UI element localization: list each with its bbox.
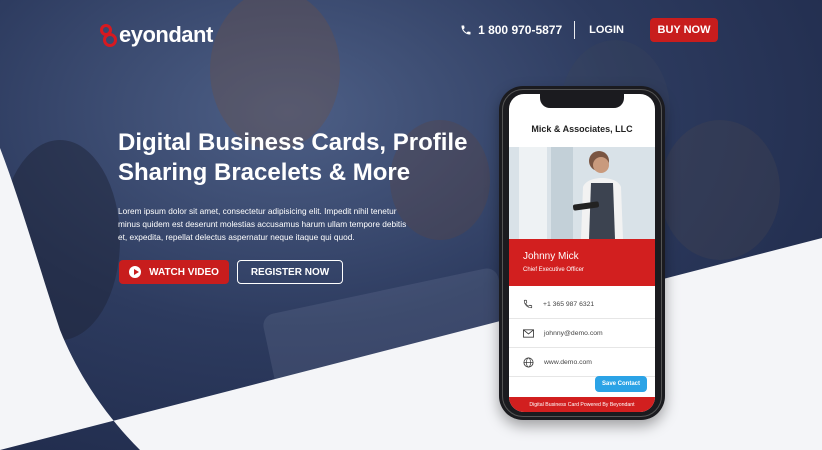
contact-phone-row[interactable]: +1 365 987 6321 [509,290,655,319]
phone-icon [523,299,533,309]
register-now-button[interactable]: REGISTER NOW [237,260,343,284]
brand-logo[interactable]: eyondant [100,22,213,48]
card-person-role: Chief Executive Officer [523,267,584,273]
hero-description: Lorem ipsum dolor sit amet, consectetur … [118,206,407,242]
globe-icon [523,357,534,367]
buy-now-button[interactable]: BUY NOW [650,18,718,42]
contact-email: johnny@demo.com [544,329,603,337]
phone-mockup: Mick & Associates, LLC Johnny Mick Chief… [499,86,665,420]
card-person-name: Johnny Mick [523,251,579,262]
card-company-name: Mick & Associates, LLC [531,124,633,134]
hero-headline: Digital Business Cards, Profile Sharing … [118,128,498,188]
phone-icon [461,25,471,35]
phone-number: 1 800 970-5877 [478,23,563,37]
contact-email-row[interactable]: johnny@demo.com [509,319,655,348]
logo-text: eyondant [119,22,213,47]
phone-screen: Mick & Associates, LLC Johnny Mick Chief… [509,94,655,412]
nav-phone[interactable]: 1 800 970-5877 [460,23,562,37]
phone-notch [540,94,624,108]
logo-mark-icon [100,24,118,47]
contact-website: www.demo.com [544,358,592,366]
profile-photo-illustration [509,147,655,239]
watch-video-button[interactable]: WATCH VIDEO [119,260,229,284]
top-nav: 1 800 970-5877 LOGIN BUY NOW [460,18,718,42]
profile-photo [509,147,655,239]
nav-divider [574,21,576,39]
save-contact-button[interactable]: Save Contact [595,376,647,392]
contact-website-row[interactable]: www.demo.com [509,348,655,377]
card-name-banner: Johnny Mick Chief Executive Officer [509,239,655,286]
play-icon [129,266,142,278]
login-link[interactable]: LOGIN [589,24,624,36]
mail-icon [523,328,534,338]
headline-line-2: Sharing Bracelets & More [118,159,411,186]
headline-line-1: Digital Business Cards, Profile [118,129,468,156]
card-footer: Digital Business Card Powered By Beyonda… [509,397,655,412]
contact-phone: +1 365 987 6321 [543,300,595,308]
watch-video-label: WATCH VIDEO [149,266,219,278]
